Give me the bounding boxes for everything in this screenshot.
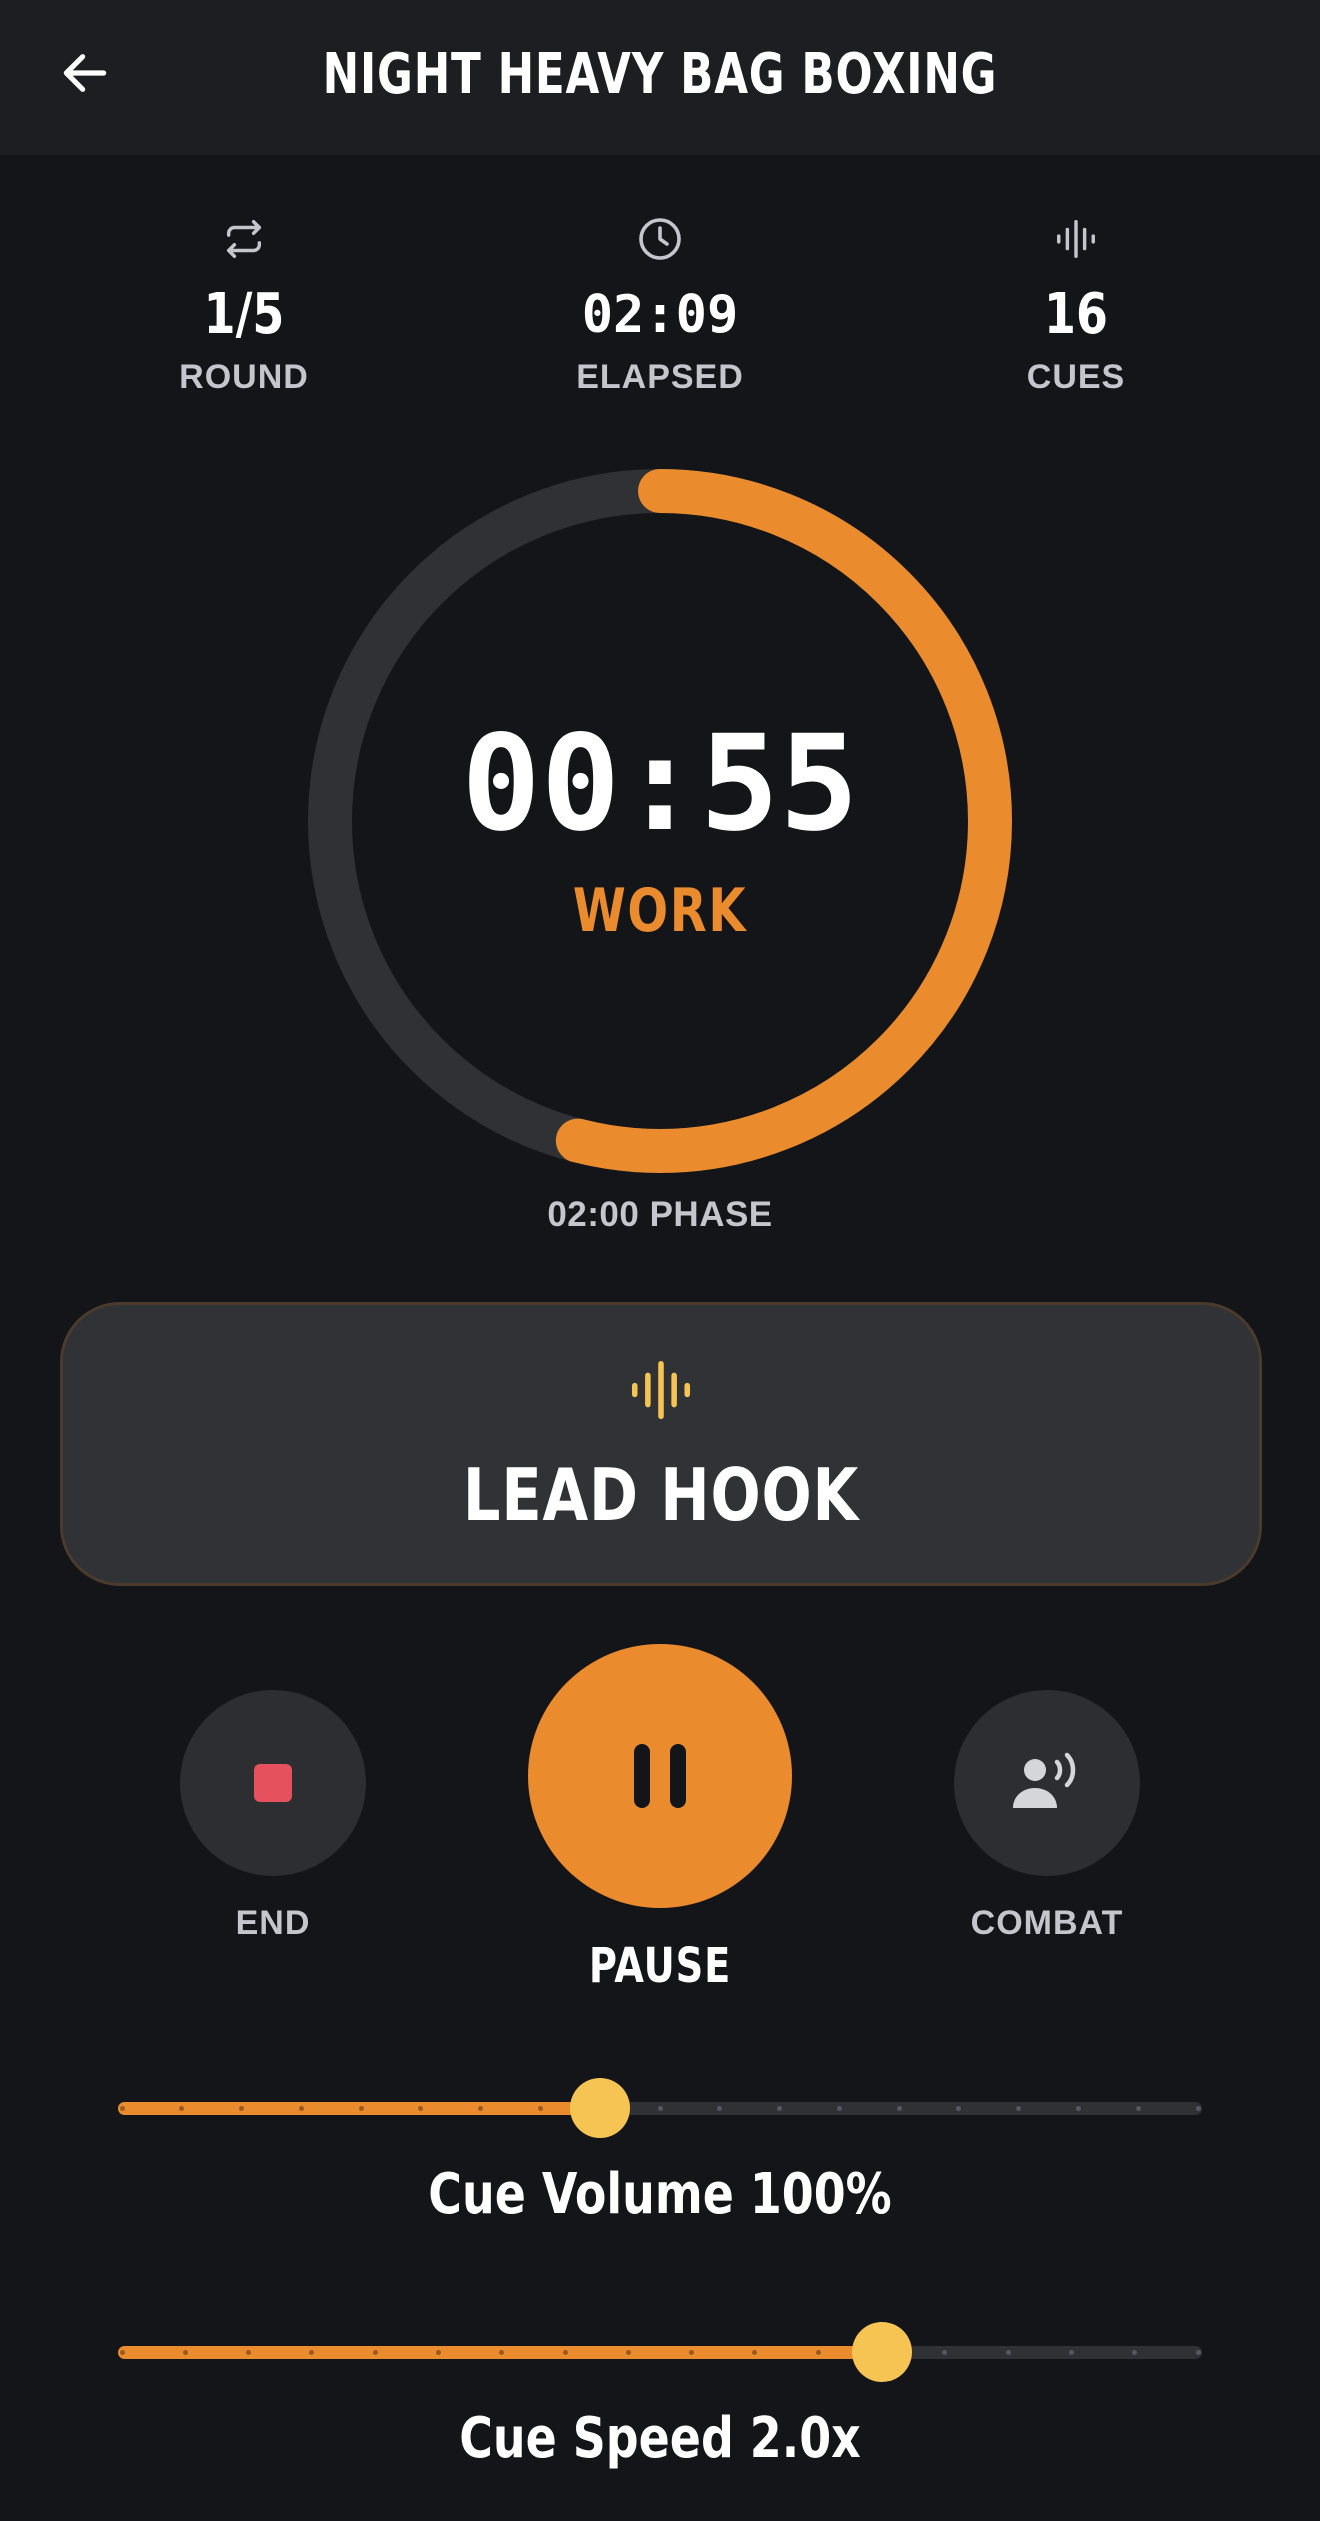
- slider-tick: [625, 2350, 631, 2355]
- cue-text: LEAD HOOK: [462, 1453, 860, 1537]
- pause-label: PAUSE: [588, 1938, 732, 1994]
- elapsed-label: ELAPSED: [576, 358, 744, 396]
- phase-timer: 00:55 WORK: [300, 466, 1020, 1186]
- elapsed-stat: 02:09 ELAPSED: [500, 210, 820, 397]
- slider-tick: [418, 2106, 424, 2111]
- slider-tick: [942, 2350, 948, 2355]
- end-button[interactable]: [180, 1690, 366, 1876]
- slider-tick: [836, 2106, 842, 2111]
- slider-tick: [752, 2350, 758, 2355]
- countdown-timer: 00:55: [461, 707, 859, 861]
- back-button[interactable]: [44, 32, 126, 114]
- waveform-icon: [631, 1360, 691, 1420]
- top-app-bar: NIGHT HEAVY BAG BOXING: [0, 0, 1320, 155]
- cue-volume-slider[interactable]: [118, 2078, 1202, 2138]
- end-label: END: [235, 1904, 311, 1942]
- clock-icon: [639, 218, 681, 260]
- slider-tick: [179, 2106, 185, 2111]
- slider-tick: [358, 2106, 364, 2111]
- phase-name: WORK: [572, 876, 748, 946]
- slider-tick: [815, 2350, 821, 2355]
- pause-icon: [634, 1744, 686, 1808]
- slider-tick: [1005, 2350, 1011, 2355]
- slider-tick: [478, 2106, 484, 2111]
- combat-button[interactable]: [954, 1690, 1140, 1876]
- phase-duration: 02:00 PHASE: [547, 1195, 773, 1234]
- round-value: 1/5: [203, 282, 285, 347]
- cues-value: 16: [1044, 282, 1108, 347]
- pause-control: PAUSE: [528, 1644, 792, 1994]
- slider-tick: [372, 2350, 378, 2355]
- slider-tick: [657, 2106, 663, 2111]
- cue-volume-label: Cue Volume 100%: [428, 2162, 892, 2227]
- voice-icon: [1013, 1752, 1076, 1808]
- page-title: NIGHT HEAVY BAG BOXING: [322, 42, 998, 107]
- slider-tick: [1195, 2106, 1201, 2111]
- cue-speed-slider[interactable]: [118, 2322, 1202, 2382]
- slider-tick: [777, 2106, 783, 2111]
- slider-tick: [717, 2106, 723, 2111]
- round-label: ROUND: [179, 358, 309, 396]
- arrow-left-icon: [63, 54, 107, 92]
- slider-tick: [499, 2350, 505, 2355]
- slider-tick: [689, 2350, 695, 2355]
- slider-tick: [239, 2106, 245, 2111]
- slider-tick: [562, 2350, 568, 2355]
- slider-tick: [119, 2106, 125, 2111]
- waveform-icon: [1057, 220, 1095, 258]
- end-control: END: [180, 1690, 366, 1943]
- slider-tick: [1075, 2106, 1081, 2111]
- slider-tick: [1135, 2106, 1141, 2111]
- current-cue-card: LEAD HOOK: [60, 1302, 1262, 1586]
- slider-tick: [119, 2350, 125, 2355]
- repeat-icon: [226, 220, 262, 258]
- slider-ticks: [118, 2106, 1202, 2111]
- cue-speed-label: Cue Speed 2.0x: [459, 2406, 861, 2471]
- combat-label: COMBAT: [970, 1904, 1124, 1942]
- stop-icon: [254, 1764, 292, 1802]
- slider-tick: [1195, 2350, 1201, 2355]
- slider-tick: [1016, 2106, 1022, 2111]
- slider-tick: [246, 2350, 252, 2355]
- slider-tick: [956, 2106, 962, 2111]
- slider-tick: [537, 2106, 543, 2111]
- pause-button[interactable]: [528, 1644, 792, 1908]
- slider-tick: [896, 2106, 902, 2111]
- cues-stat: 16 CUES: [916, 210, 1236, 397]
- slider-tick: [298, 2106, 304, 2111]
- slider-tick: [309, 2350, 315, 2355]
- slider-tick: [1132, 2350, 1138, 2355]
- slider-tick: [1068, 2350, 1074, 2355]
- slider-tick: [435, 2350, 441, 2355]
- elapsed-value: 02:09: [581, 285, 739, 345]
- slider-tick: [182, 2350, 188, 2355]
- cues-label: CUES: [1026, 358, 1126, 396]
- slider-thumb[interactable]: [570, 2078, 631, 2138]
- combat-control: COMBAT: [954, 1690, 1140, 1943]
- round-stat: 1/5 ROUND: [84, 210, 404, 397]
- slider-thumb[interactable]: [852, 2322, 913, 2382]
- slider-ticks: [118, 2350, 1202, 2355]
